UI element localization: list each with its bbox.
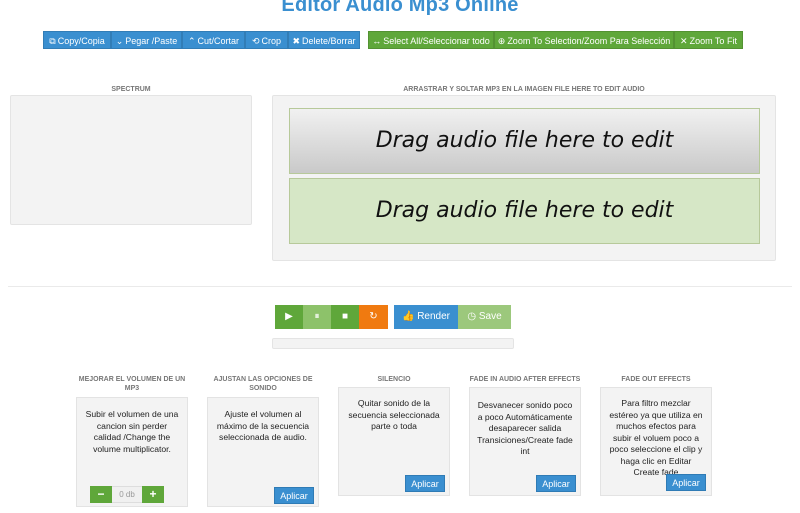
volume-minus-button[interactable]: − — [90, 486, 112, 503]
crop-label: Crop — [261, 36, 282, 46]
stop-icon: ■ — [341, 311, 349, 322]
volume-value[interactable]: 0 db — [112, 486, 142, 503]
expand-icon: ✕ — [680, 36, 688, 46]
zoom-fit-label: Zoom To Fit — [689, 36, 737, 46]
chevron-down-icon: ⌄ — [115, 36, 124, 46]
plus-icon: + — [149, 487, 157, 501]
play-icon: ▶ — [285, 311, 293, 322]
clock-icon: ◷ — [467, 311, 477, 322]
zoom-selection-label: Zoom To Selection/Zoom Para Selección — [507, 36, 671, 46]
plus-circle-icon: ⊕ — [497, 36, 506, 46]
paste-label: Pegar /Paste — [125, 36, 178, 46]
pause-button[interactable]: ⏸ — [303, 305, 331, 329]
apply-silence-button[interactable]: Aplicar — [405, 475, 445, 492]
effect-title-volume: MEJORAR EL VOLUMEN DE UN MP3 — [78, 376, 186, 392]
volume-plus-button[interactable]: + — [142, 486, 164, 503]
minus-icon: − — [97, 487, 105, 501]
cut-label: Cut/Cortar — [197, 36, 240, 46]
zoom-fit-button[interactable]: ✕ Zoom To Fit — [674, 31, 743, 49]
reload-icon: ↻ — [369, 311, 378, 322]
crop-button[interactable]: ⟲ Crop — [245, 31, 288, 49]
play-button[interactable]: ▶ — [275, 305, 303, 329]
delete-button[interactable]: ✖ Delete/Borrar — [288, 31, 360, 49]
effect-text-volume: Subir el volumen de una cancion sin perd… — [85, 409, 179, 454]
editor-label: ARRASTRAR Y SOLTAR MP3 EN LA IMAGEN FILE… — [403, 86, 645, 93]
render-label: Render — [417, 311, 451, 322]
page: Editor Audio Mp3 Online ⧉ Copy/Copia ⌄ Peg… — [0, 0, 800, 513]
apply-fade-in-button[interactable]: Aplicar — [536, 475, 576, 492]
effect-text-normalize: Ajuste el volumen al máximo de la secuen… — [216, 409, 310, 442]
effect-text-silence: Quitar sonido de la secuencia selecciona… — [348, 398, 440, 431]
render-button[interactable]: 👍 Render — [394, 305, 458, 329]
select-all-button[interactable]: ↔ Select All/Seleccionar todo — [368, 31, 494, 49]
thumb-icon: 👍 — [401, 311, 415, 322]
chevron-up-icon: ⌃ — [187, 36, 196, 46]
delete-label: Delete/Borrar — [302, 36, 356, 46]
effect-title-fade-out: FADE OUT EFFECTS — [621, 376, 691, 383]
effect-text-fade-out: Para filtro mezclar estéreo ya que utili… — [609, 398, 703, 477]
stop-button[interactable]: ■ — [331, 305, 359, 329]
cut-button[interactable]: ⌃ Cut/Cortar — [182, 31, 245, 49]
spectrum-panel — [10, 95, 252, 225]
effect-title-normalize: AJUSTAN LAS OPCIONES DE SONIDO — [213, 376, 313, 392]
arrows-horizontal-icon: ↔ — [372, 36, 382, 46]
effect-text-fade-in: Desvanecer sonido poco a poco Automática… — [477, 400, 573, 456]
zoom-selection-button[interactable]: ⊕ Zoom To Selection/Zoom Para Selección — [494, 31, 674, 49]
copy-label: Copy/Copia — [57, 36, 105, 46]
apply-normalize-button[interactable]: Aplicar — [274, 487, 314, 504]
crop-icon: ⟲ — [251, 36, 260, 46]
select-all-label: Select All/Seleccionar todo — [383, 36, 490, 46]
spectrum-label: SPECTRUM — [111, 86, 151, 93]
paste-button[interactable]: ⌄ Pegar /Paste — [111, 31, 182, 49]
copy-button[interactable]: ⧉ Copy/Copia — [43, 31, 111, 49]
save-button[interactable]: ◷ Save — [458, 305, 511, 329]
pause-icon: ⏸ — [314, 311, 320, 322]
reload-button[interactable]: ↻ — [359, 305, 388, 329]
apply-fade-out-button[interactable]: Aplicar — [666, 474, 706, 491]
effect-title-fade-in: FADE IN AUDIO AFTER EFFECTS — [469, 376, 581, 383]
close-icon: ✖ — [292, 36, 300, 46]
copy-icon: ⧉ — [49, 36, 56, 46]
waveform-drop-zone[interactable]: Drag audio file here to edit — [289, 108, 760, 174]
divider — [8, 286, 792, 287]
progress-bar — [272, 338, 514, 349]
effect-title-silence: SILENCIO — [377, 376, 411, 383]
save-label: Save — [478, 311, 502, 322]
page-title: Editor Audio Mp3 Online — [281, 0, 519, 16]
selection-drop-zone[interactable]: Drag audio file here to edit — [289, 178, 760, 244]
